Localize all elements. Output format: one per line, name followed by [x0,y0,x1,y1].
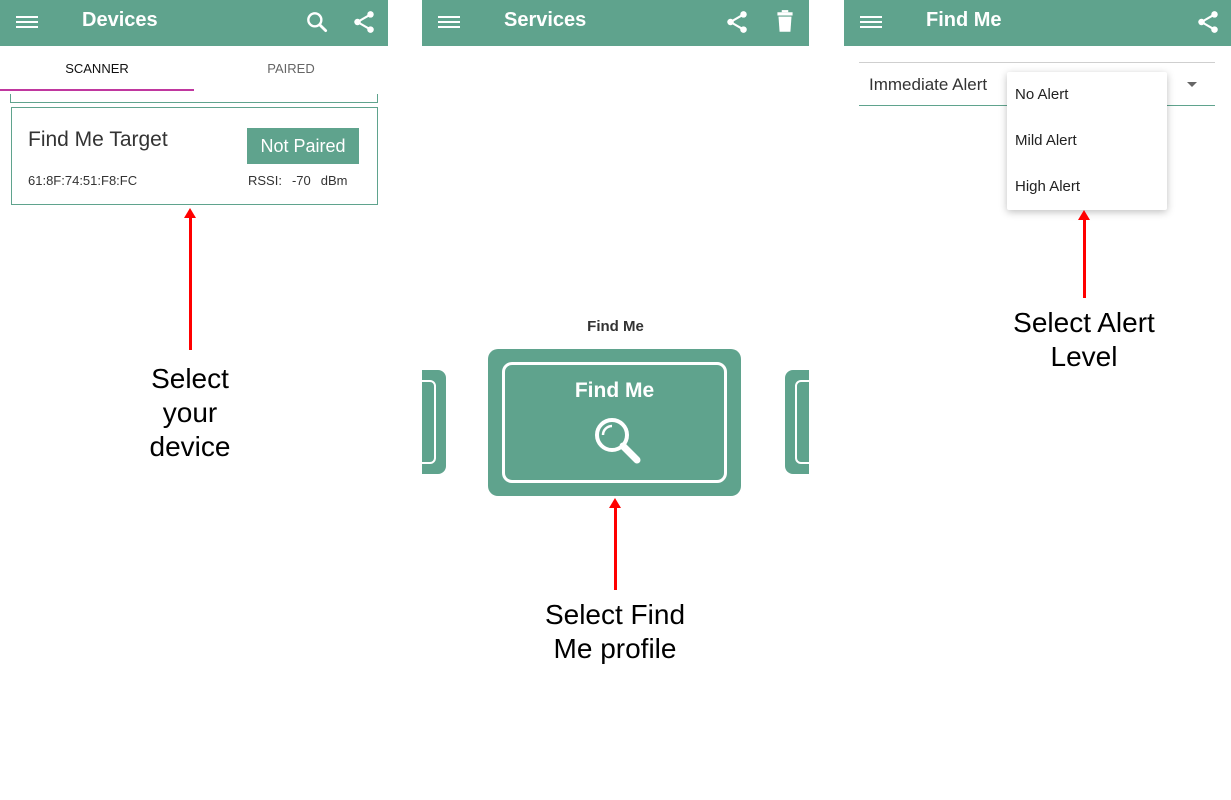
rssi-unit: dBm [320,173,348,188]
rssi-readout: RSSI: -70 dBm [248,173,348,188]
trash-icon[interactable] [772,9,798,35]
service-card-partial-right[interactable] [785,370,809,474]
magnifier-icon [595,418,641,464]
spinner-label: Immediate Alert [869,75,988,94]
caption-line: Select Alert [1013,307,1155,338]
find-me-screen: Find Me Immediate Alert No Alert Mild Al… [844,0,1231,800]
arrow-line [614,506,617,590]
share-icon[interactable] [351,9,377,35]
chevron-down-icon[interactable] [1187,82,1197,87]
service-label: Find Me [587,318,644,335]
service-card-frame: Find Me [502,362,727,483]
app-bar: Devices [0,0,388,46]
app-bar-title: Devices [82,9,158,31]
dropdown-option-no-alert[interactable]: No Alert [1007,72,1167,118]
dropdown-option-mild-alert[interactable]: Mild Alert [1007,118,1167,164]
search-icon[interactable] [304,9,330,35]
arrow-line [189,216,192,350]
app-bar-title: Services [504,9,587,31]
share-icon[interactable] [724,9,750,35]
tab-indicator [0,89,194,91]
device-name: Find Me Target [28,128,168,151]
services-screen: Services Find Me Find Me Select Find Me … [412,0,809,800]
tab-bar: SCANNER PAIRED [0,46,388,92]
caption-line: Select Find [544,599,686,630]
caption-line: your [162,397,218,428]
alert-level-dropdown: No Alert Mild Alert High Alert [1007,72,1167,210]
list-item [10,94,378,103]
arrow-line [1083,218,1086,298]
rssi-value: -70 [291,173,311,188]
app-bar: Services [422,0,809,46]
devices-screen: Devices SCANNER PAIRED Find Me Target No… [0,0,388,800]
caption-line: Select [151,363,229,394]
instruction-caption: Select Find Me profile [484,598,746,666]
service-card-title: Find Me [574,379,655,402]
find-me-service-card[interactable]: Find Me [488,349,741,496]
rssi-label: RSSI: [248,173,282,188]
caption-line: Me profile [553,633,677,664]
service-card-partial-left[interactable] [412,370,446,474]
tab-scanner[interactable]: SCANNER [0,46,194,92]
instruction-caption: Select Alert Level [974,306,1194,374]
device-card[interactable]: Find Me Target Not Paired 61:8F:74:51:F8… [11,107,378,205]
menu-icon[interactable] [438,13,460,33]
menu-icon[interactable] [860,13,882,33]
app-bar-title: Find Me [926,9,1002,31]
pair-status-button[interactable]: Not Paired [247,128,359,164]
tab-paired[interactable]: PAIRED [194,46,388,92]
caption-line: Level [1050,341,1118,372]
app-bar: Find Me [844,0,1231,46]
menu-icon[interactable] [16,13,38,33]
device-mac-address: 61:8F:74:51:F8:FC [28,173,138,188]
share-icon[interactable] [1195,9,1221,35]
caption-line: device [149,431,231,462]
dropdown-option-high-alert[interactable]: High Alert [1007,164,1167,210]
instruction-caption: Select your device [90,362,290,464]
